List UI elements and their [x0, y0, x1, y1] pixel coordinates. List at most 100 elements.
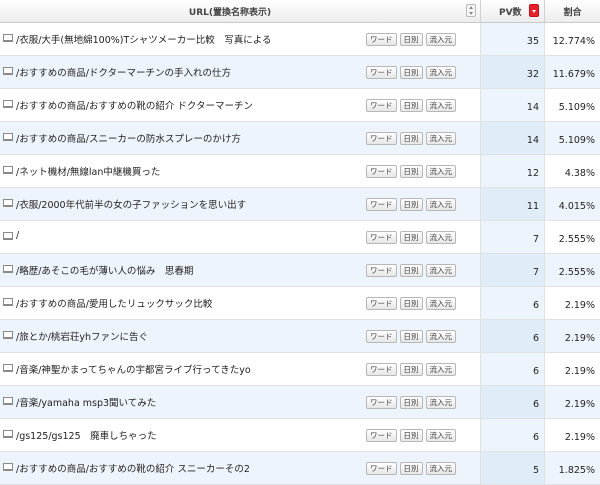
page-icon[interactable]: [3, 100, 13, 108]
row-actions: ワード 日別 流入元: [366, 363, 456, 376]
pv-cell: 6: [481, 419, 545, 451]
word-button[interactable]: ワード: [366, 330, 397, 343]
inflow-button[interactable]: 流入元: [425, 33, 456, 46]
table-row: /音楽/神聖かまってちゃんの宇都宮ライブ行ってきたyo ワード 日別 流入元 6 2.19…: [0, 353, 600, 386]
row-actions: ワード 日別 流入元: [366, 198, 456, 211]
inflow-button[interactable]: 流入元: [425, 429, 456, 442]
ratio-cell: 2.19%: [545, 320, 600, 352]
daily-button[interactable]: 日別: [399, 363, 423, 376]
url-cell: /旅とか/桃岩荘yhファンに告ぐ ワード 日別 流入元: [0, 320, 481, 352]
daily-button[interactable]: 日別: [399, 330, 423, 343]
pv-column-title: PV数: [499, 8, 522, 18]
inflow-button[interactable]: 流入元: [425, 297, 456, 310]
daily-button[interactable]: 日別: [399, 297, 423, 310]
ratio-value: 5.109%: [558, 102, 595, 113]
pv-sort-descending-icon[interactable]: [529, 4, 539, 17]
row-actions: ワード 日別 流入元: [366, 429, 456, 442]
url-link[interactable]: /音楽/yamaha msp3聞いてみた: [16, 395, 156, 409]
inflow-button[interactable]: 流入元: [425, 264, 456, 277]
page-icon[interactable]: [3, 199, 13, 207]
url-link[interactable]: /音楽/神聖かまってちゃんの宇都宮ライブ行ってきたyo: [16, 362, 251, 376]
daily-button[interactable]: 日別: [399, 99, 423, 112]
url-link[interactable]: /おすすめの商品/スニーカーの防水スプレーのかけ方: [16, 131, 241, 145]
inflow-button[interactable]: 流入元: [425, 330, 456, 343]
daily-button[interactable]: 日別: [399, 198, 423, 211]
word-button[interactable]: ワード: [366, 165, 397, 178]
url-link[interactable]: /おすすめの商品/おすすめの靴の紹介 ドクターマーチン: [16, 98, 253, 112]
word-button[interactable]: ワード: [366, 132, 397, 145]
url-link[interactable]: /gs125/gs125 廃車しちゃった: [16, 428, 157, 442]
daily-button[interactable]: 日別: [399, 429, 423, 442]
pv-cell: 7: [481, 221, 545, 253]
page-icon[interactable]: [3, 265, 13, 273]
table-body: /衣服/大手(無地綿100%)Tシャツメーカー比較 写真による ワード 日別 流入元 3…: [0, 23, 600, 485]
url-column-title: URL(置換名称表示): [188, 8, 272, 18]
word-button[interactable]: ワード: [366, 198, 397, 211]
inflow-button[interactable]: 流入元: [425, 231, 456, 244]
url-link[interactable]: /おすすめの商品/ドクターマーチンの手入れの仕方: [16, 65, 231, 79]
page-icon[interactable]: [3, 166, 13, 174]
word-button[interactable]: ワード: [366, 429, 397, 442]
inflow-button[interactable]: 流入元: [425, 132, 456, 145]
table-row: /gs125/gs125 廃車しちゃった ワード 日別 流入元 6 2.19%: [0, 419, 600, 452]
url-link[interactable]: /おすすめの商品/おすすめの靴の紹介 スニーカーその2: [16, 461, 250, 475]
url-link[interactable]: /衣服/大手(無地綿100%)Tシャツメーカー比較 写真による: [16, 32, 272, 46]
page-icon[interactable]: [3, 34, 13, 42]
url-column-header[interactable]: URL(置換名称表示): [0, 0, 481, 22]
page-icon[interactable]: [3, 364, 13, 372]
word-button[interactable]: ワード: [366, 297, 397, 310]
inflow-button[interactable]: 流入元: [425, 396, 456, 409]
url-link[interactable]: /衣服/2000年代前半の女の子ファッションを思い出す: [16, 197, 246, 211]
daily-button[interactable]: 日別: [399, 132, 423, 145]
word-button[interactable]: ワード: [366, 66, 397, 79]
word-button[interactable]: ワード: [366, 396, 397, 409]
daily-button[interactable]: 日別: [399, 231, 423, 244]
word-button[interactable]: ワード: [366, 264, 397, 277]
page-icon[interactable]: [3, 133, 13, 141]
page-icon[interactable]: [3, 67, 13, 75]
inflow-button[interactable]: 流入元: [425, 165, 456, 178]
ratio-value: 2.555%: [558, 267, 595, 278]
inflow-button[interactable]: 流入元: [425, 363, 456, 376]
pv-value: 6: [532, 333, 539, 344]
table-row: /音楽/yamaha msp3聞いてみた ワード 日別 流入元 6 2.19%: [0, 386, 600, 419]
ratio-column-header[interactable]: 割合: [545, 0, 600, 22]
word-button[interactable]: ワード: [366, 33, 397, 46]
word-button[interactable]: ワード: [366, 363, 397, 376]
word-button[interactable]: ワード: [366, 462, 397, 475]
inflow-button[interactable]: 流入元: [425, 99, 456, 112]
url-link[interactable]: /旅とか/桃岩荘yhファンに告ぐ: [16, 329, 148, 343]
url-cell: /衣服/2000年代前半の女の子ファッションを思い出す ワード 日別 流入元: [0, 188, 481, 220]
table-row: /おすすめの商品/おすすめの靴の紹介 スニーカーその2 ワード 日別 流入元 5 1.82…: [0, 452, 600, 485]
daily-button[interactable]: 日別: [399, 66, 423, 79]
row-actions: ワード 日別 流入元: [366, 132, 456, 145]
ratio-value: 4.38%: [564, 168, 595, 179]
inflow-button[interactable]: 流入元: [425, 462, 456, 475]
word-button[interactable]: ワード: [366, 231, 397, 244]
daily-button[interactable]: 日別: [399, 462, 423, 475]
page-icon[interactable]: [3, 232, 13, 240]
table-header: URL(置換名称表示) PV数 割合: [0, 0, 600, 23]
page-icon[interactable]: [3, 430, 13, 438]
daily-button[interactable]: 日別: [399, 396, 423, 409]
pv-column-header[interactable]: PV数: [481, 0, 545, 22]
url-sort-icon[interactable]: [466, 4, 476, 17]
page-icon[interactable]: [3, 298, 13, 306]
url-link[interactable]: /おすすめの商品/愛用したリュックサック比較: [16, 296, 212, 310]
inflow-button[interactable]: 流入元: [425, 66, 456, 79]
ratio-cell: 2.555%: [545, 254, 600, 286]
page-icon[interactable]: [3, 331, 13, 339]
page-icon[interactable]: [3, 397, 13, 405]
ratio-cell: 11.679%: [545, 56, 600, 88]
page-icon[interactable]: [3, 463, 13, 471]
url-link[interactable]: /略歴/あそこの毛が薄い人の悩み 思春期: [16, 263, 193, 277]
daily-button[interactable]: 日別: [399, 264, 423, 277]
word-button[interactable]: ワード: [366, 99, 397, 112]
daily-button[interactable]: 日別: [399, 165, 423, 178]
inflow-button[interactable]: 流入元: [425, 198, 456, 211]
pv-value: 6: [532, 399, 539, 410]
url-link[interactable]: /: [16, 230, 19, 241]
url-link[interactable]: /ネット機材/無線lan中継機買った: [16, 164, 160, 178]
pv-value: 7: [532, 267, 539, 278]
daily-button[interactable]: 日別: [399, 33, 423, 46]
